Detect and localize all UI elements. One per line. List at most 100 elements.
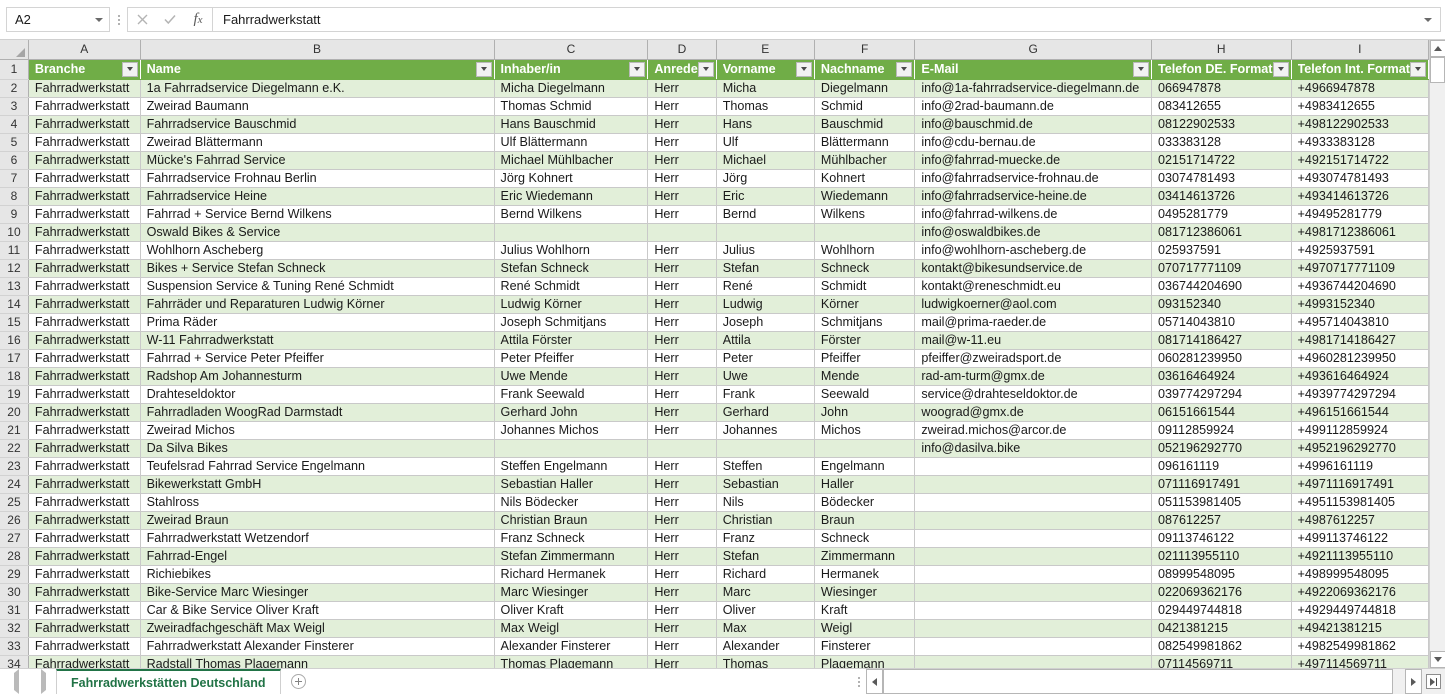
cell-telefon-int[interactable]: +4922069362176 bbox=[1291, 583, 1428, 601]
row-header-21[interactable]: 21 bbox=[0, 421, 28, 439]
cell-branche[interactable]: Fahrradwerkstatt bbox=[28, 601, 140, 619]
close-icon[interactable] bbox=[128, 8, 156, 31]
cell-anrede[interactable]: Herr bbox=[648, 115, 716, 133]
cell-email[interactable] bbox=[915, 529, 1152, 547]
table-row[interactable]: 26FahrradwerkstattZweirad BraunChristian… bbox=[0, 511, 1429, 529]
vertical-scrollbar[interactable] bbox=[1429, 40, 1445, 668]
cell-vorname[interactable]: Michael bbox=[716, 151, 814, 169]
cell-anrede[interactable]: Herr bbox=[648, 547, 716, 565]
cell-name[interactable]: Fahrradservice Frohnau Berlin bbox=[140, 169, 494, 187]
cell-vorname[interactable]: Attila bbox=[716, 331, 814, 349]
row-header-1[interactable]: 1 bbox=[0, 59, 28, 79]
cell-anrede[interactable]: Herr bbox=[648, 241, 716, 259]
cell-branche[interactable]: Fahrradwerkstatt bbox=[28, 151, 140, 169]
cell-email[interactable] bbox=[915, 565, 1152, 583]
column-header-B[interactable]: B bbox=[140, 40, 494, 59]
cell-email[interactable]: pfeiffer@zweiradsport.de bbox=[915, 349, 1152, 367]
cell-branche[interactable]: Fahrradwerkstatt bbox=[28, 295, 140, 313]
cell-vorname[interactable]: René bbox=[716, 277, 814, 295]
cell-vorname[interactable]: Micha bbox=[716, 79, 814, 97]
fx-icon[interactable]: fx bbox=[184, 8, 212, 31]
name-box-dropdown-icon[interactable] bbox=[91, 18, 107, 22]
chevron-down-icon[interactable] bbox=[1420, 18, 1436, 22]
table-row[interactable]: 12FahrradwerkstattBikes + Service Stefan… bbox=[0, 259, 1429, 277]
cell-inhaber[interactable]: Stefan Schneck bbox=[494, 259, 648, 277]
cell-nachname[interactable]: Schmidt bbox=[814, 277, 915, 295]
cell-telefon-de[interactable]: 093152340 bbox=[1151, 295, 1291, 313]
cell-telefon-de[interactable]: 070717771109 bbox=[1151, 259, 1291, 277]
cell-inhaber[interactable]: Stefan Zimmermann bbox=[494, 547, 648, 565]
cell-nachname[interactable]: Plagemann bbox=[814, 655, 915, 668]
cell-telefon-de[interactable]: 0495281779 bbox=[1151, 205, 1291, 223]
table-row[interactable]: 27FahrradwerkstattFahrradwerkstatt Wetze… bbox=[0, 529, 1429, 547]
row-header-12[interactable]: 12 bbox=[0, 259, 28, 277]
cell-anrede[interactable]: Herr bbox=[648, 151, 716, 169]
cell-email[interactable]: info@fahrrad-wilkens.de bbox=[915, 205, 1152, 223]
cell-branche[interactable]: Fahrradwerkstatt bbox=[28, 619, 140, 637]
table-row[interactable]: 15FahrradwerkstattPrima RäderJoseph Schm… bbox=[0, 313, 1429, 331]
table-row[interactable]: 22FahrradwerkstattDa Silva Bikesinfo@das… bbox=[0, 439, 1429, 457]
cell-anrede[interactable]: Herr bbox=[648, 313, 716, 331]
cell-anrede[interactable]: Herr bbox=[648, 637, 716, 655]
cell-telefon-int[interactable]: +4970717771109 bbox=[1291, 259, 1428, 277]
cell-nachname[interactable]: Schmitjans bbox=[814, 313, 915, 331]
cell-nachname[interactable]: Schneck bbox=[814, 259, 915, 277]
cell-nachname[interactable]: Pfeiffer bbox=[814, 349, 915, 367]
header-cell-nachname[interactable]: Nachname bbox=[814, 59, 915, 79]
cell-anrede[interactable]: Herr bbox=[648, 403, 716, 421]
vertical-scroll-track[interactable] bbox=[1430, 57, 1445, 651]
column-header-A[interactable]: A bbox=[28, 40, 140, 59]
cell-anrede[interactable]: Herr bbox=[648, 475, 716, 493]
add-sheet-button[interactable] bbox=[281, 669, 317, 694]
cell-name[interactable]: Fahrradladen WoogRad Darmstadt bbox=[140, 403, 494, 421]
table-row[interactable]: 29FahrradwerkstattRichiebikesRichard Her… bbox=[0, 565, 1429, 583]
cell-telefon-int[interactable]: +493074781493 bbox=[1291, 169, 1428, 187]
cell-inhaber[interactable]: Hans Bauschmid bbox=[494, 115, 648, 133]
horizontal-scroll-grip[interactable] bbox=[852, 669, 866, 694]
cell-name[interactable]: Zweiradfachgeschäft Max Weigl bbox=[140, 619, 494, 637]
cell-name[interactable]: Da Silva Bikes bbox=[140, 439, 494, 457]
cell-email[interactable]: kontakt@bikesundservice.de bbox=[915, 259, 1152, 277]
cell-vorname[interactable]: Eric bbox=[716, 187, 814, 205]
cell-inhaber[interactable]: Attila Förster bbox=[494, 331, 648, 349]
cell-telefon-int[interactable]: +4982549981862 bbox=[1291, 637, 1428, 655]
cell-email[interactable] bbox=[915, 493, 1152, 511]
cell-branche[interactable]: Fahrradwerkstatt bbox=[28, 241, 140, 259]
cell-nachname[interactable]: Wohlhorn bbox=[814, 241, 915, 259]
cell-name[interactable]: Suspension Service & Tuning René Schmidt bbox=[140, 277, 494, 295]
cell-email[interactable]: rad-am-turm@gmx.de bbox=[915, 367, 1152, 385]
row-header-34[interactable]: 34 bbox=[0, 655, 28, 668]
table-row[interactable]: 28FahrradwerkstattFahrrad-EngelStefan Zi… bbox=[0, 547, 1429, 565]
row-header-27[interactable]: 27 bbox=[0, 529, 28, 547]
cell-nachname[interactable]: Seewald bbox=[814, 385, 915, 403]
cell-telefon-de[interactable]: 036744204690 bbox=[1151, 277, 1291, 295]
cell-anrede[interactable]: Herr bbox=[648, 619, 716, 637]
cell-email[interactable]: woograd@gmx.de bbox=[915, 403, 1152, 421]
cell-nachname[interactable]: Weigl bbox=[814, 619, 915, 637]
cell-inhaber[interactable]: Steffen Engelmann bbox=[494, 457, 648, 475]
cell-branche[interactable]: Fahrradwerkstatt bbox=[28, 637, 140, 655]
table-row[interactable]: 7FahrradwerkstattFahrradservice Frohnau … bbox=[0, 169, 1429, 187]
cell-vorname[interactable]: Jörg bbox=[716, 169, 814, 187]
row-header-20[interactable]: 20 bbox=[0, 403, 28, 421]
cell-nachname[interactable]: Wiedemann bbox=[814, 187, 915, 205]
horizontal-scrollbar[interactable] bbox=[866, 669, 1422, 694]
cell-vorname[interactable]: Ulf bbox=[716, 133, 814, 151]
row-header-26[interactable]: 26 bbox=[0, 511, 28, 529]
cell-nachname[interactable]: Wiesinger bbox=[814, 583, 915, 601]
cell-email[interactable] bbox=[915, 583, 1152, 601]
header-cell-anrede[interactable]: Anrede bbox=[648, 59, 716, 79]
cell-vorname[interactable]: Alexander bbox=[716, 637, 814, 655]
cell-telefon-int[interactable]: +498999548095 bbox=[1291, 565, 1428, 583]
cell-telefon-int[interactable]: +492151714722 bbox=[1291, 151, 1428, 169]
cell-telefon-de[interactable]: 066947878 bbox=[1151, 79, 1291, 97]
horizontal-scroll-thumb[interactable] bbox=[883, 669, 1393, 694]
cell-telefon-int[interactable]: +4925937591 bbox=[1291, 241, 1428, 259]
cell-vorname[interactable]: Richard bbox=[716, 565, 814, 583]
cell-vorname[interactable]: Frank bbox=[716, 385, 814, 403]
cell-inhaber[interactable]: Thomas Schmid bbox=[494, 97, 648, 115]
cell-inhaber[interactable]: Frank Seewald bbox=[494, 385, 648, 403]
cell-name[interactable]: Fahrrad + Service Peter Pfeiffer bbox=[140, 349, 494, 367]
filter-dropdown-icon[interactable] bbox=[698, 62, 714, 77]
cell-telefon-de[interactable]: 022069362176 bbox=[1151, 583, 1291, 601]
